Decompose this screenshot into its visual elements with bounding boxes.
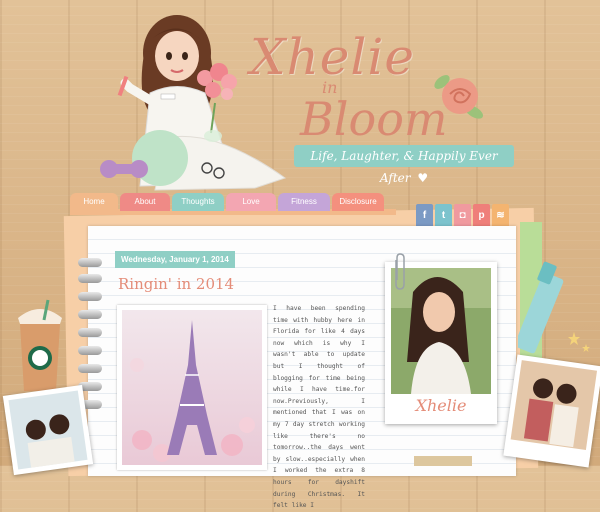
binder-ring	[78, 310, 102, 319]
rss-glyph: ≋	[496, 210, 505, 221]
profile-name: Xhelie	[415, 396, 467, 415]
blog-title-bloom: Bloom	[300, 92, 448, 146]
twitter-glyph: t	[441, 210, 446, 221]
nav-item-fitness[interactable]: Fitness	[278, 193, 330, 211]
tagline: Life, Laughter, & Happily Ever After ♥	[294, 145, 514, 185]
facebook-glyph: f	[422, 210, 427, 221]
nav-label: Thoughts	[181, 197, 215, 206]
nav-label: Love	[242, 197, 260, 206]
star-decoration-icon	[568, 332, 590, 352]
nav-item-disclosure[interactable]: Disclosure	[332, 193, 384, 211]
post-date: Wednesday, January 1, 2014	[115, 251, 235, 268]
post-body-text: I have been spending time with hubby her…	[273, 305, 365, 510]
nav-item-love[interactable]: Love	[226, 193, 276, 211]
couple-photo-image	[510, 360, 598, 450]
paperclip-icon	[395, 253, 405, 290]
nav-label: Fitness	[291, 197, 317, 206]
binder-ring	[78, 364, 102, 373]
binder-ring	[78, 346, 102, 355]
heart-icon: ♥	[417, 171, 429, 185]
coffee-cup-icon	[18, 299, 62, 391]
couple-photo	[503, 354, 600, 468]
tagline-text: Life, Laughter, & Happily Ever After	[310, 149, 498, 185]
post-title[interactable]: Ringin' in 2014	[118, 275, 234, 293]
bottom-tab-decoration	[414, 456, 472, 466]
nav-label: Disclosure	[339, 197, 377, 206]
wedding-photo	[2, 384, 94, 476]
wedding-photo-image	[8, 390, 88, 470]
pinterest-glyph: p	[478, 210, 485, 221]
binder-ring	[78, 274, 102, 283]
nav-item-thoughts[interactable]: Thoughts	[172, 193, 224, 211]
eiffel-tower-image	[122, 310, 262, 465]
binder-ring	[78, 328, 102, 337]
nav-item-about[interactable]: About	[120, 193, 170, 211]
post-image-eiffel-tower	[117, 305, 267, 470]
binder-ring	[78, 292, 102, 301]
binder-ring	[78, 258, 102, 267]
nav-item-home[interactable]: Home	[70, 193, 118, 211]
nav-label: About	[134, 197, 156, 206]
nav-label: Home	[83, 197, 105, 206]
header: Xhelie in Bloom Life, Laughter, & Happil…	[0, 0, 600, 191]
instagram-glyph: ◘	[459, 210, 466, 221]
rose-icon	[434, 75, 484, 119]
